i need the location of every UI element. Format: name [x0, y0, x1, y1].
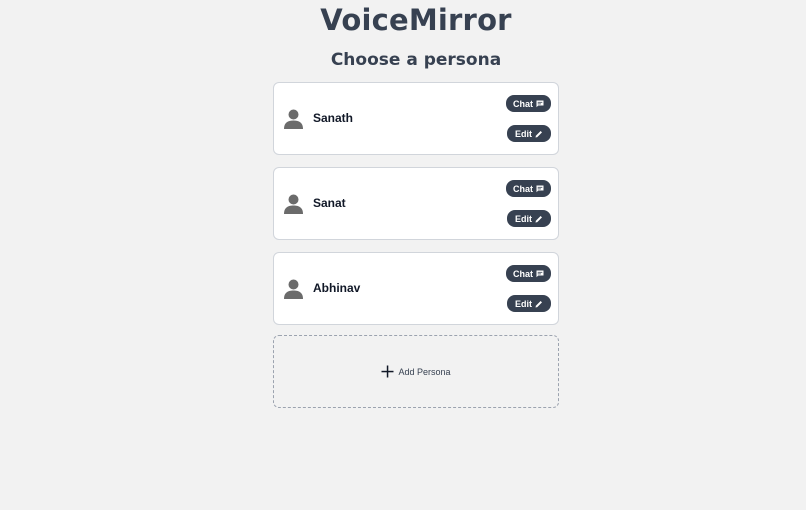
- chat-button[interactable]: Chat: [506, 180, 551, 197]
- edit-button[interactable]: Edit: [507, 125, 551, 142]
- persona-name: Sanat: [313, 196, 346, 210]
- pencil-icon: [535, 300, 542, 307]
- pencil-icon: [535, 215, 542, 222]
- persona-card: Sanat Chat Edit: [273, 167, 559, 240]
- edit-button[interactable]: Edit: [507, 295, 551, 312]
- edit-button[interactable]: Edit: [507, 210, 551, 227]
- edit-button-label: Edit: [515, 213, 532, 224]
- plus-icon: [381, 365, 394, 378]
- add-persona-label: Add Persona: [398, 366, 451, 377]
- app-title: VoiceMirror: [320, 3, 512, 37]
- persona-name: Abhinav: [313, 281, 361, 295]
- persona-card: Sanath Chat Edit: [273, 82, 559, 155]
- chat-button[interactable]: Chat: [506, 265, 551, 282]
- persona-name: Sanath: [313, 111, 354, 125]
- edit-button-label: Edit: [515, 128, 532, 139]
- chat-bubble-icon: [536, 270, 544, 277]
- chat-button[interactable]: Chat: [506, 95, 551, 112]
- chat-bubble-icon: [536, 185, 544, 192]
- chat-bubble-icon: [536, 100, 544, 107]
- edit-button-label: Edit: [515, 298, 532, 309]
- pencil-icon: [535, 130, 542, 137]
- user-icon: [284, 109, 303, 129]
- add-persona-button[interactable]: Add Persona: [273, 335, 559, 408]
- chat-button-label: Chat: [513, 268, 533, 279]
- persona-list: Sanath Chat Edit Sanat Chat Edit Abhinav…: [273, 82, 559, 337]
- persona-card: Abhinav Chat Edit: [273, 252, 559, 325]
- chat-button-label: Chat: [513, 98, 533, 109]
- user-icon: [284, 194, 303, 214]
- page-heading: Choose a persona: [330, 50, 502, 70]
- user-icon: [284, 279, 303, 299]
- chat-button-label: Chat: [513, 183, 533, 194]
